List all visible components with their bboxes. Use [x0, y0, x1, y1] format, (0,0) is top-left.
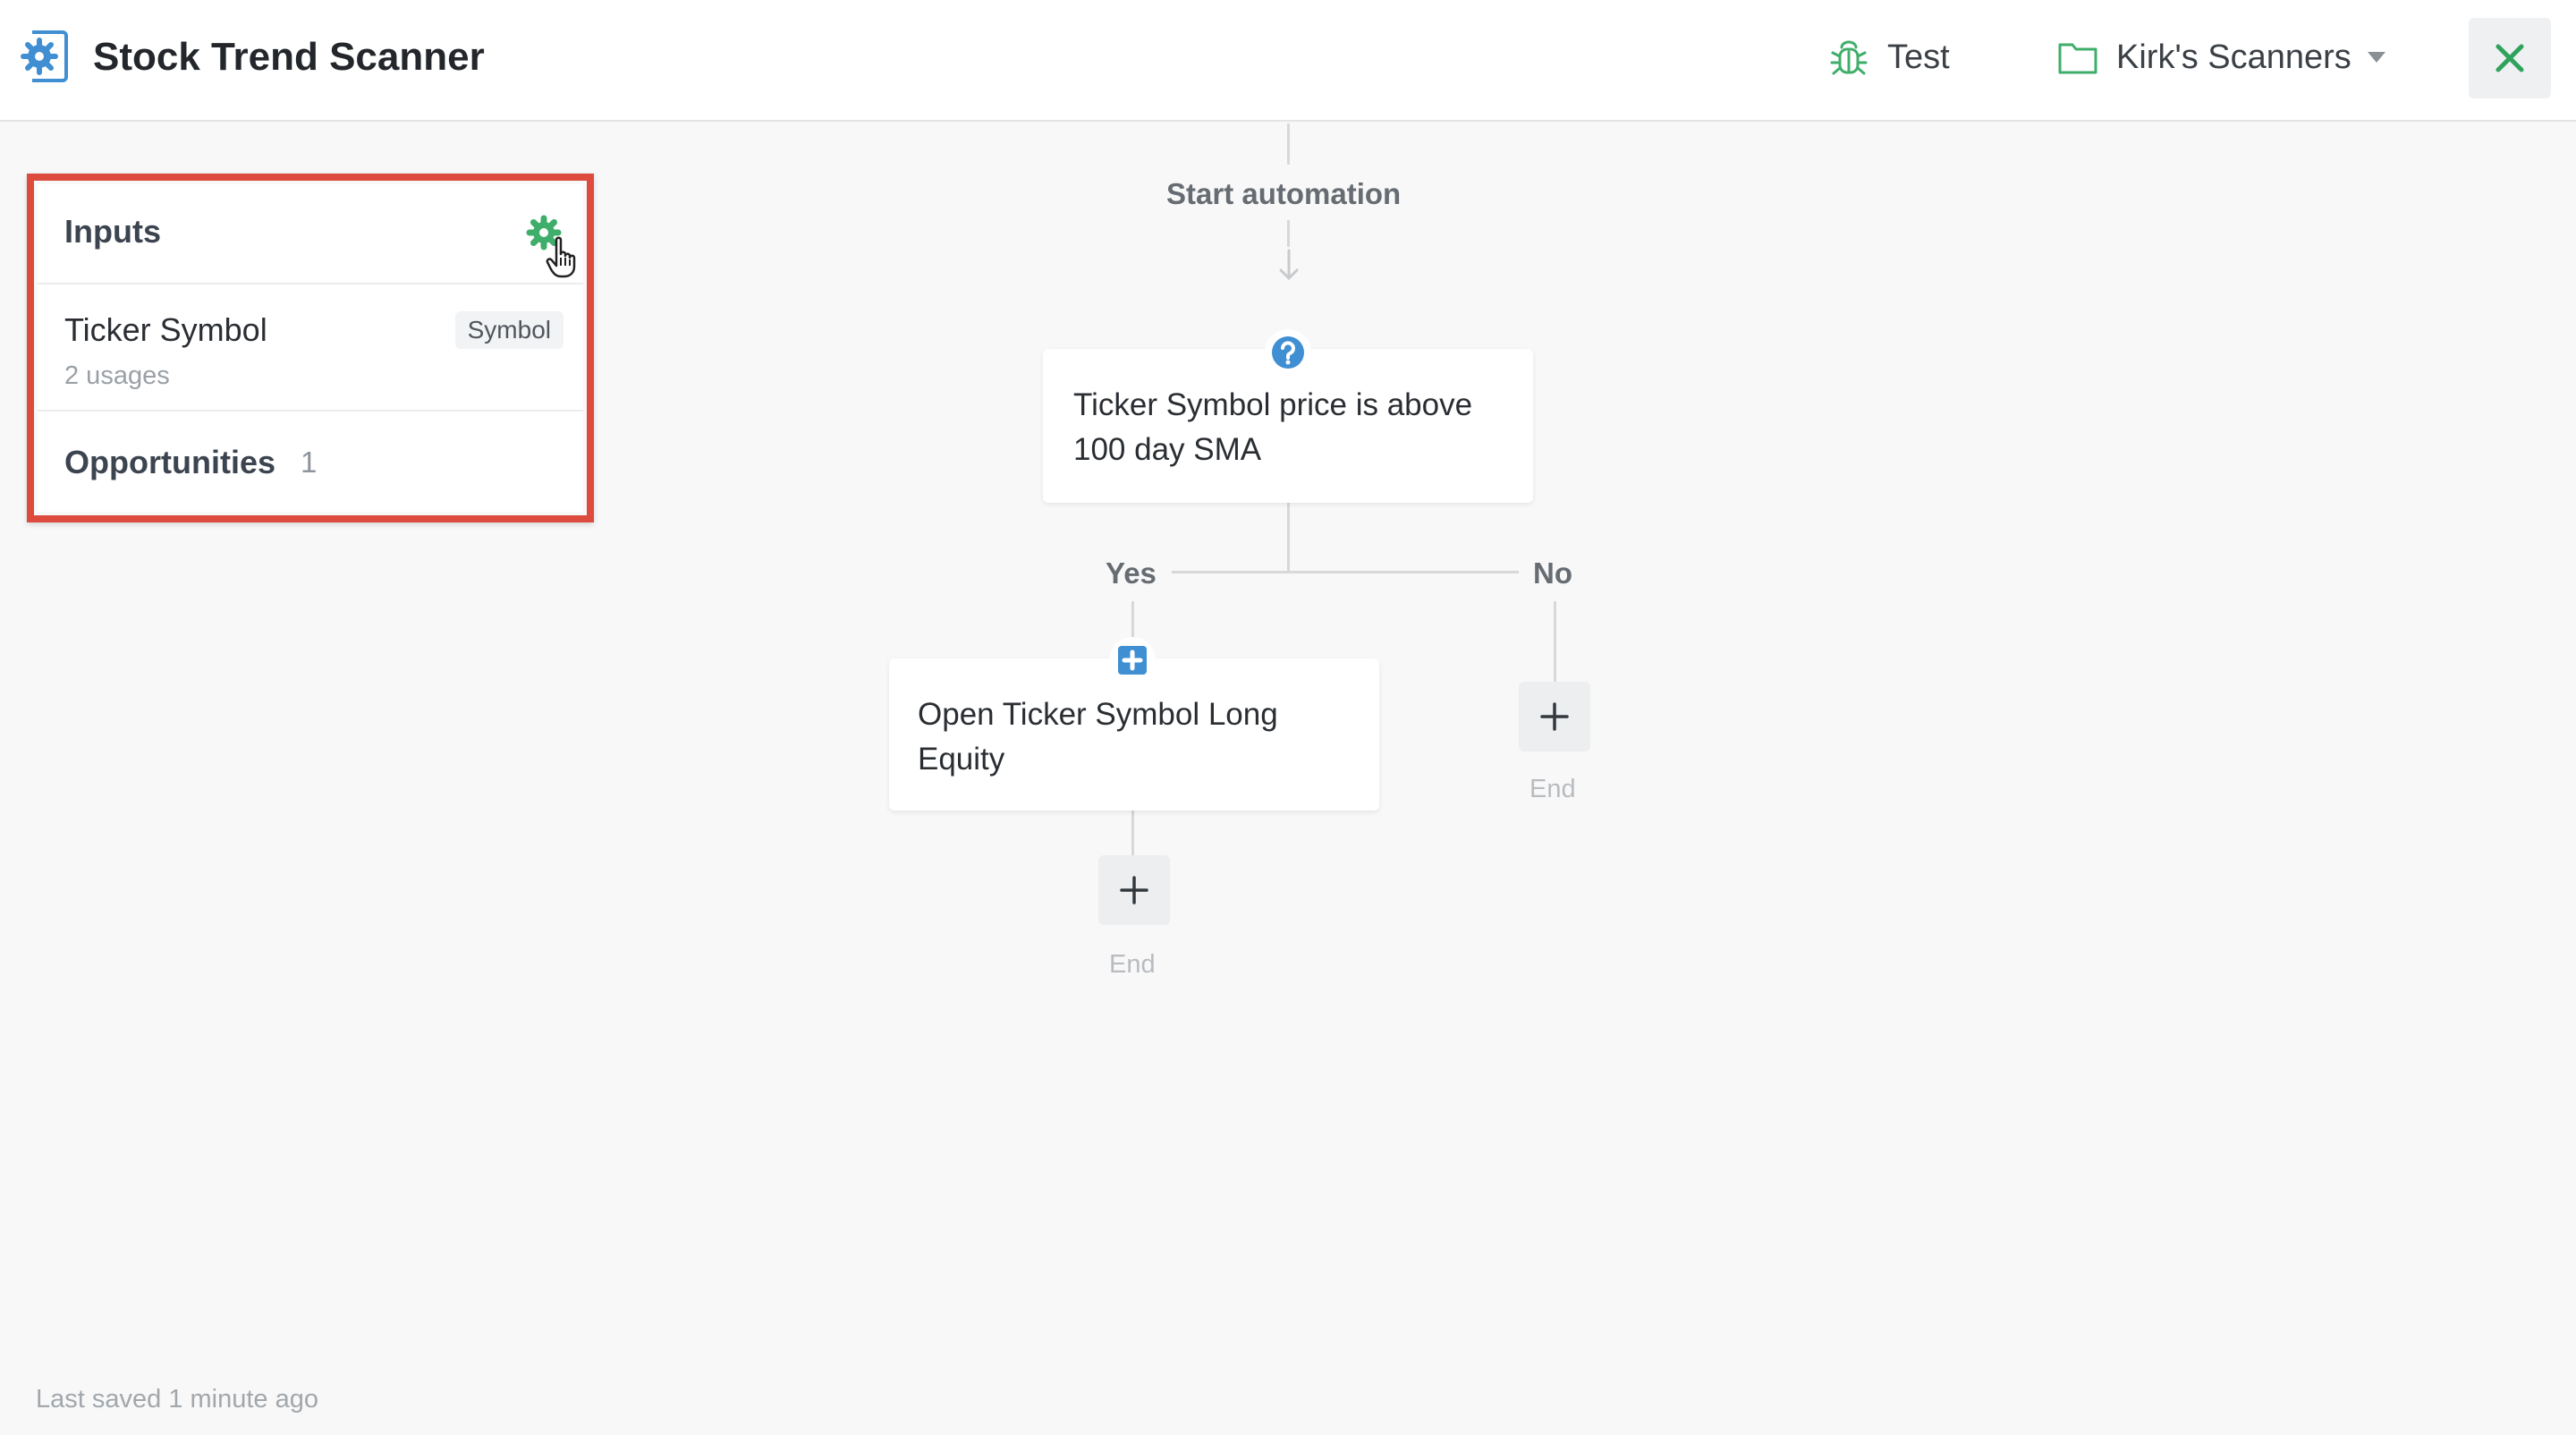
add-step-button-yes[interactable]	[1098, 855, 1170, 925]
connector-line	[1287, 503, 1290, 573]
connector-line	[1287, 220, 1290, 247]
connector-line	[1287, 123, 1290, 165]
input-type-badge: Symbol	[454, 311, 564, 349]
test-label: Test	[1887, 38, 1950, 76]
action-badge	[1109, 637, 1156, 684]
opportunities-row[interactable]: Opportunities 1	[38, 412, 583, 512]
arrow-down-icon	[1279, 249, 1299, 281]
inputs-panel: Inputs Ticker Symbol 2 usages Symbol Opp…	[38, 184, 583, 512]
folder-dropdown[interactable]: Kirk's Scanners	[2057, 30, 2387, 84]
gear-document-icon	[21, 30, 68, 82]
start-automation-label: Start automation	[1166, 177, 1402, 210]
caret-down-icon	[2367, 52, 2385, 63]
plus-icon	[1540, 702, 1569, 731]
plus-icon	[1120, 876, 1148, 904]
action-text: Open Ticker Symbol Long Equity	[918, 697, 1278, 777]
question-icon	[1272, 336, 1304, 369]
opportunities-count: 1	[301, 446, 318, 479]
folder-label: Kirk's Scanners	[2116, 38, 2351, 76]
yes-branch-label: Yes	[1106, 556, 1157, 590]
end-label-yes: End	[1109, 950, 1156, 979]
opportunities-label: Opportunities	[64, 444, 275, 480]
hand-cursor-icon	[546, 236, 576, 278]
bug-icon	[1830, 40, 1868, 75]
close-button[interactable]	[2469, 18, 2551, 98]
branch-line	[1172, 571, 1519, 573]
inputs-title: Inputs	[64, 213, 161, 250]
folder-icon	[2058, 43, 2097, 74]
no-branch-label: No	[1533, 556, 1572, 590]
condition-badge	[1265, 329, 1311, 376]
inputs-header: Inputs	[38, 184, 583, 284]
plus-square-icon	[1118, 646, 1147, 675]
connector-line	[1554, 601, 1556, 682]
test-button[interactable]: Test	[1828, 30, 1950, 84]
top-bar: Stock Trend Scanner Test Kirk's Scanners	[0, 0, 2576, 122]
condition-text: Ticker Symbol price is above 100 day SMA	[1073, 387, 1473, 467]
connector-line	[1131, 601, 1134, 639]
close-icon	[2496, 44, 2524, 72]
end-label-no: End	[1530, 775, 1576, 803]
input-usages: 2 usages	[64, 361, 170, 390]
connector-line	[1131, 811, 1134, 855]
add-step-button-no[interactable]	[1519, 682, 1590, 751]
last-saved-status: Last saved 1 minute ago	[36, 1385, 318, 1414]
input-item-ticker-symbol[interactable]: Ticker Symbol 2 usages Symbol	[38, 284, 583, 412]
input-name: Ticker Symbol	[64, 311, 267, 348]
page-title: Stock Trend Scanner	[93, 35, 485, 79]
